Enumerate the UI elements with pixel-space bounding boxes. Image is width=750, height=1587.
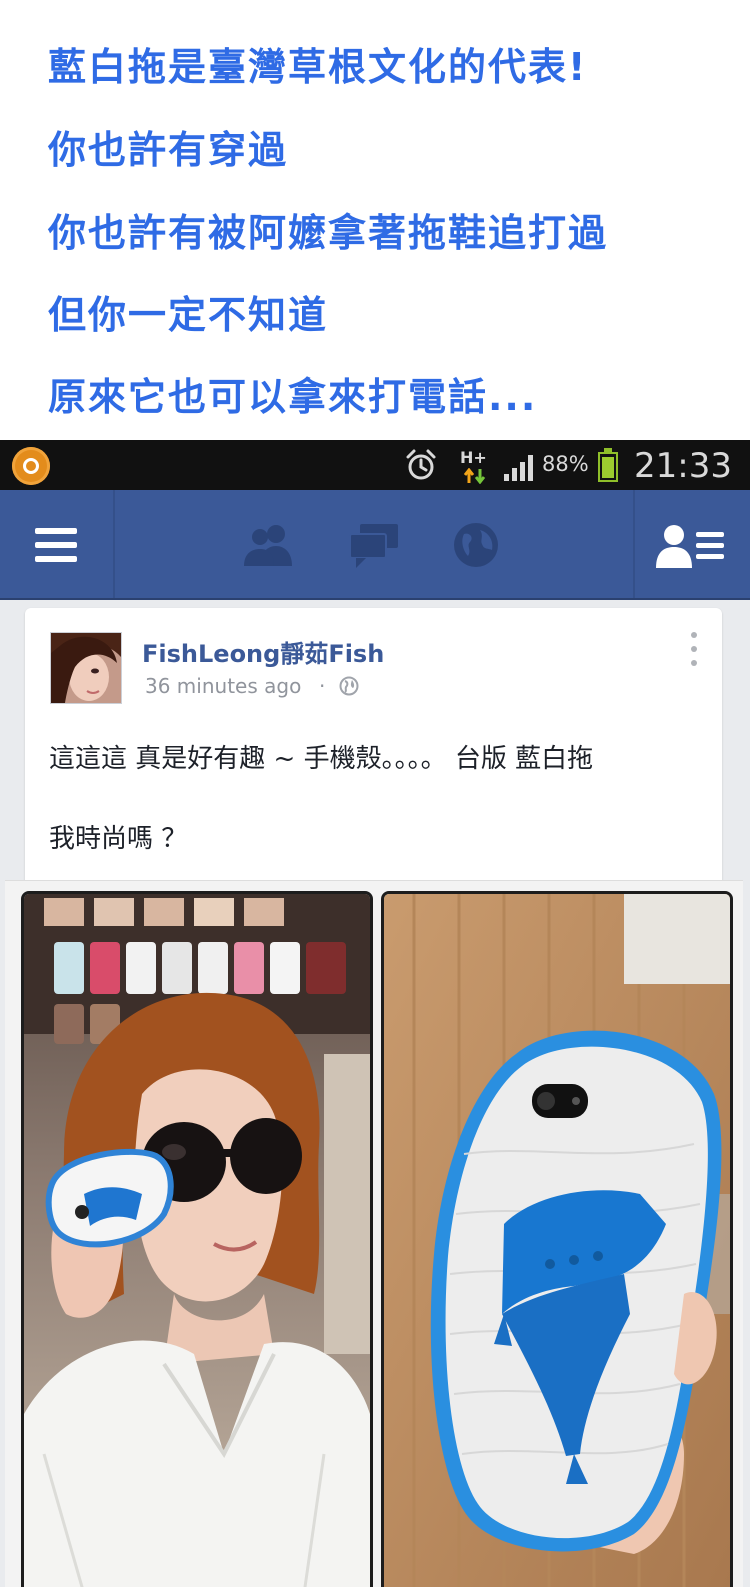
menu-icon[interactable]: [35, 528, 77, 562]
alarm-clock-icon: [406, 449, 436, 480]
battery-level-fill: [602, 457, 614, 478]
nav-divider: [113, 490, 115, 598]
caption-line-1: 藍白拖是臺灣草根文化的代表!: [48, 45, 588, 89]
caption-line-3: 你也許有被阿嬤拿著拖鞋追打過: [48, 211, 609, 255]
caption-line-4: 但你一定不知道: [48, 293, 329, 337]
messages-icon[interactable]: [346, 520, 402, 570]
friend-requests-icon[interactable]: [240, 520, 296, 570]
public-globe-icon: [339, 676, 359, 696]
post-author-name[interactable]: FishLeong靜茹Fish: [142, 634, 384, 669]
battery-icon: [598, 448, 620, 482]
nav-divider: [633, 490, 635, 598]
woman-holding-slipper-phone-case-photo[interactable]: [21, 891, 373, 1587]
notification-app-icon: [12, 447, 50, 485]
post-text-line-1: 這這這 真是好有趣 ~ 手機殼。。。。 台版 藍白拖: [49, 744, 594, 774]
phone-screenshot: H+ 88% 21:33 FishLeong靜茹Fish 36 minutes …: [0, 440, 750, 1587]
notifications-globe-icon[interactable]: [448, 520, 504, 570]
caption-line-2: 你也許有穿過: [48, 128, 289, 172]
post-timestamp[interactable]: 36 minutes ago: [145, 674, 301, 698]
slipper-phone-case-closeup-photo[interactable]: [381, 891, 733, 1587]
contacts-icon[interactable]: [656, 522, 726, 570]
data-network-icon: H+: [460, 448, 488, 484]
caption: 藍白拖是臺灣草根文化的代表! 你也許有穿過 你也許有被阿嬤拿著拖鞋追打過 但你一…: [0, 0, 750, 440]
signal-strength-icon: [504, 455, 533, 481]
status-bar: H+ 88% 21:33: [0, 440, 750, 490]
meta-separator: ·: [319, 674, 326, 698]
caption-line-5: 原來它也可以拿來打電話...: [48, 375, 538, 419]
network-type: H+: [460, 448, 487, 467]
facebook-nav-bar: [0, 490, 750, 600]
battery-percentage: 88%: [542, 452, 589, 476]
post-card: FishLeong靜茹Fish 36 minutes ago · 這這這 真是好…: [5, 608, 743, 1587]
post-text-line-2: 我時尚嗎 ？: [49, 824, 188, 854]
status-time: 21:33: [634, 446, 732, 486]
more-options-icon[interactable]: [689, 632, 699, 668]
post-photos: [5, 880, 743, 1587]
avatar[interactable]: [50, 632, 122, 704]
